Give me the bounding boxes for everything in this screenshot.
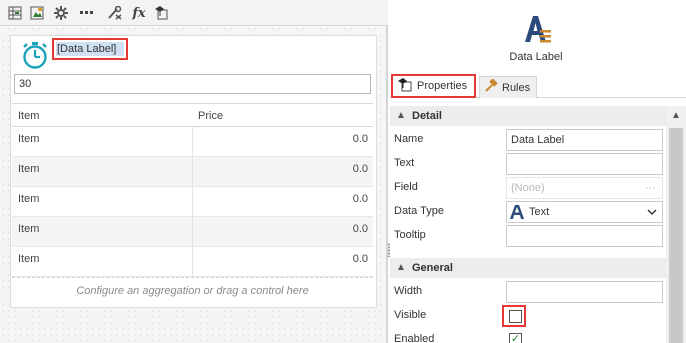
- tab-properties-label: Properties: [417, 80, 468, 92]
- name-field[interactable]: Data Label: [506, 129, 663, 151]
- aggregation-drop-zone[interactable]: Configure an aggregation or drag a contr…: [12, 277, 373, 305]
- property-row-text: Text: [390, 152, 666, 176]
- timer-icon: [20, 40, 50, 70]
- enabled-label: Enabled: [394, 333, 435, 343]
- visible-checkbox[interactable]: [509, 310, 522, 323]
- control-type-title: Data Label: [509, 51, 563, 63]
- gavel-icon: [484, 78, 502, 96]
- table-icon[interactable]: [6, 4, 24, 22]
- tab-properties[interactable]: Properties: [391, 74, 476, 98]
- tooltip-label: Tooltip: [394, 229, 426, 241]
- cell-price: 0.0: [352, 163, 368, 175]
- column-header-item[interactable]: Item: [18, 110, 39, 122]
- fx-icon[interactable]: fx: [130, 4, 148, 22]
- scroll-up-icon[interactable]: ▲: [666, 106, 686, 126]
- width-label: Width: [394, 285, 423, 297]
- grid-header: Item Price: [12, 103, 373, 127]
- property-row-name: Name Data Label: [390, 128, 666, 152]
- property-row-width: Width: [390, 280, 666, 304]
- cell-item: Item: [18, 163, 40, 175]
- property-row-enabled: Enabled ✓: [390, 328, 666, 343]
- list-grid: Item Price Item 0.0 Item 0.0 Item 0.0 It…: [12, 103, 373, 305]
- section-general-label: General: [412, 262, 453, 274]
- field-picker: (None) ···: [506, 177, 663, 199]
- tools-icon[interactable]: [106, 4, 124, 22]
- data-type-select[interactable]: Text: [506, 201, 663, 223]
- design-surface: fx [Data Label] 30 Item Price Item 0.0 I…: [0, 0, 390, 343]
- width-field[interactable]: [506, 281, 663, 303]
- properties-icon[interactable]: [153, 4, 171, 22]
- collapse-icon: ▲: [396, 110, 406, 121]
- cell-price: 0.0: [352, 253, 368, 265]
- section-detail[interactable]: ▲ Detail: [390, 106, 666, 126]
- grid-row[interactable]: Item 0.0: [12, 157, 373, 187]
- cell-item: Item: [18, 253, 40, 265]
- grid-row[interactable]: Item 0.0: [12, 247, 373, 277]
- text-label: Text: [394, 157, 415, 169]
- chevron-down-icon: [647, 202, 657, 223]
- text-field[interactable]: [506, 153, 663, 175]
- grid-row[interactable]: Item 0.0: [12, 187, 373, 217]
- enabled-checkbox[interactable]: ✓: [509, 333, 522, 343]
- section-detail-label: Detail: [412, 110, 442, 122]
- field-browse-ellipsis: ···: [645, 182, 656, 194]
- edit-image-icon[interactable]: [28, 4, 46, 22]
- number-input[interactable]: 30: [14, 74, 371, 94]
- properties-tabs: Properties Rules: [390, 74, 686, 98]
- property-grid: ▲ Detail Name Data Label Text Field (Non…: [390, 106, 666, 343]
- data-label-type-icon: [523, 14, 553, 46]
- data-type-label: Data Type: [394, 205, 444, 217]
- property-row-field: Field (None) ···: [390, 176, 666, 200]
- scroll-thumb[interactable]: [669, 128, 683, 343]
- cell-price: 0.0: [352, 133, 368, 145]
- property-row-data-type: Data Type Text: [390, 200, 666, 224]
- visible-label: Visible: [394, 309, 427, 321]
- gear-icon[interactable]: [52, 4, 70, 22]
- field-value: (None): [511, 182, 545, 194]
- name-label: Name: [394, 133, 424, 145]
- section-general[interactable]: ▲ General: [390, 258, 666, 278]
- tooltip-field[interactable]: [506, 225, 663, 247]
- column-header-price[interactable]: Price: [198, 110, 223, 122]
- cell-item: Item: [18, 193, 40, 205]
- data-label-text: [Data Label]: [56, 42, 124, 56]
- pane-splitter[interactable]: [386, 26, 388, 343]
- visible-checkbox-highlight: [502, 305, 526, 327]
- property-row-tooltip: Tooltip: [390, 224, 666, 248]
- cell-price: 0.0: [352, 223, 368, 235]
- data-label-control[interactable]: [Data Label]: [52, 38, 128, 60]
- data-type-value: Text: [529, 206, 550, 218]
- cell-item: Item: [18, 133, 40, 145]
- text-type-icon: [510, 205, 524, 226]
- properties-tab-icon: [397, 77, 417, 95]
- property-row-visible: Visible: [390, 304, 666, 328]
- ellipsis-icon[interactable]: [78, 4, 96, 22]
- collapse-icon: ▲: [396, 262, 406, 273]
- grid-row[interactable]: Item 0.0: [12, 127, 373, 157]
- property-scrollbar[interactable]: ▲: [666, 106, 686, 343]
- grid-row[interactable]: Item 0.0: [12, 217, 373, 247]
- cell-item: Item: [18, 223, 40, 235]
- designer-toolbar: fx: [0, 0, 388, 26]
- tab-rules[interactable]: Rules: [479, 76, 537, 98]
- cell-price: 0.0: [352, 193, 368, 205]
- tab-rules-label: Rules: [502, 81, 531, 94]
- field-label: Field: [394, 181, 418, 193]
